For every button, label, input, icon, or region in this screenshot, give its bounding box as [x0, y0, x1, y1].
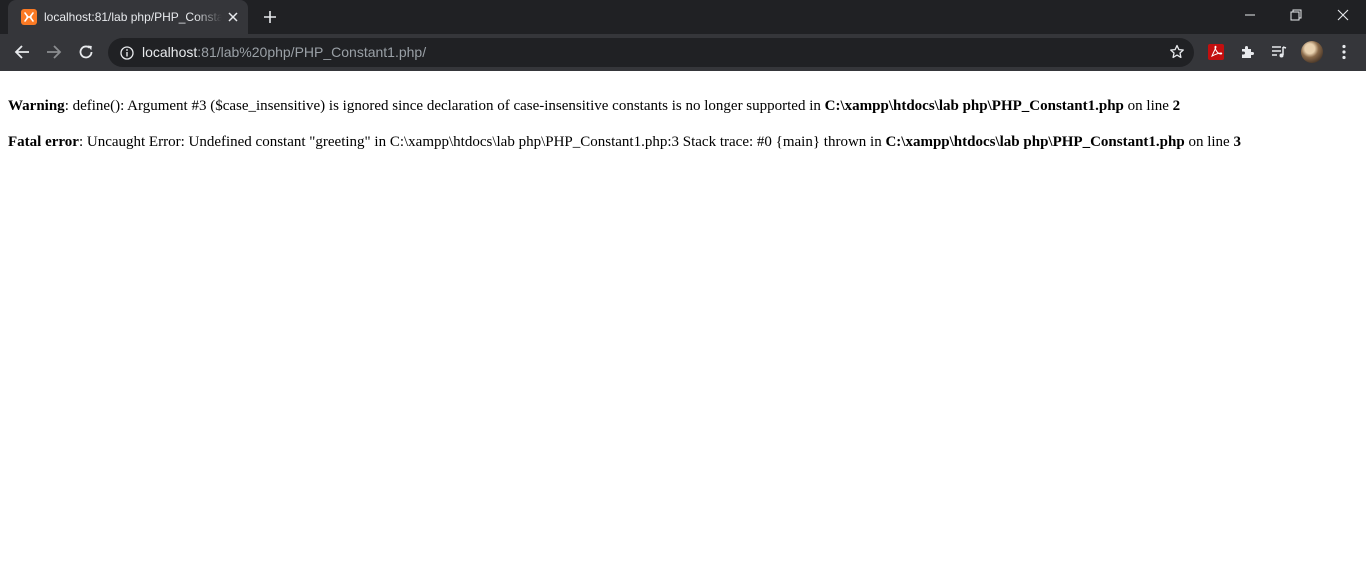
media-queue-icon[interactable] [1265, 38, 1293, 66]
browser-toolbar: localhost:81/lab%20php/PHP_Constant1.php… [0, 34, 1366, 71]
site-info-icon[interactable] [118, 44, 135, 61]
url-path: :81/lab%20php/PHP_Constant1.php/ [197, 44, 427, 60]
tab-strip: localhost:81/lab php/PHP_Constant1.php [0, 0, 1366, 34]
minimize-button[interactable] [1227, 0, 1273, 30]
warning-line-number: 2 [1172, 98, 1181, 114]
warning-text: : define(): Argument #3 ($case_insensiti… [64, 98, 825, 114]
active-tab[interactable]: localhost:81/lab php/PHP_Constant1.php [8, 0, 248, 34]
url-host: localhost [142, 44, 198, 60]
php-fatal-error-message: Fatal error: Uncaught Error: Undefined c… [8, 133, 1241, 151]
warning-on-line: on line [1123, 98, 1173, 114]
fatal-error-label: Fatal error [8, 134, 79, 150]
fatal-error-file: C:\xampp\htdocs\lab php\PHP_Constant1.ph… [885, 134, 1185, 150]
fatal-error-on-line: on line [1184, 134, 1234, 150]
tab-title: localhost:81/lab php/PHP_Constant1.php [44, 10, 222, 24]
close-window-button[interactable] [1320, 0, 1366, 30]
pdf-extension-icon[interactable] [1202, 38, 1230, 66]
bookmark-star-icon[interactable] [1166, 41, 1188, 63]
forward-button[interactable] [40, 38, 68, 66]
reload-button[interactable] [72, 38, 100, 66]
warning-label: Warning [8, 98, 65, 114]
fatal-error-line-number: 3 [1233, 134, 1241, 150]
address-bar[interactable]: localhost:81/lab%20php/PHP_Constant1.php… [108, 38, 1194, 67]
close-tab-icon[interactable] [224, 8, 242, 26]
back-button[interactable] [8, 38, 36, 66]
profile-avatar[interactable] [1301, 41, 1323, 63]
kebab-menu-icon[interactable] [1330, 38, 1358, 66]
puzzle-extensions-icon[interactable] [1234, 38, 1262, 66]
fatal-error-text: : Uncaught Error: Undefined constant "gr… [78, 134, 886, 150]
restore-button[interactable] [1273, 0, 1319, 30]
php-warning-message: Warning: define(): Argument #3 ($case_in… [8, 97, 1180, 115]
xampp-icon [21, 9, 37, 25]
url-text[interactable]: localhost:81/lab%20php/PHP_Constant1.php… [142, 44, 426, 61]
new-tab-button[interactable] [256, 4, 284, 30]
warning-file: C:\xampp\htdocs\lab php\PHP_Constant1.ph… [824, 98, 1124, 114]
